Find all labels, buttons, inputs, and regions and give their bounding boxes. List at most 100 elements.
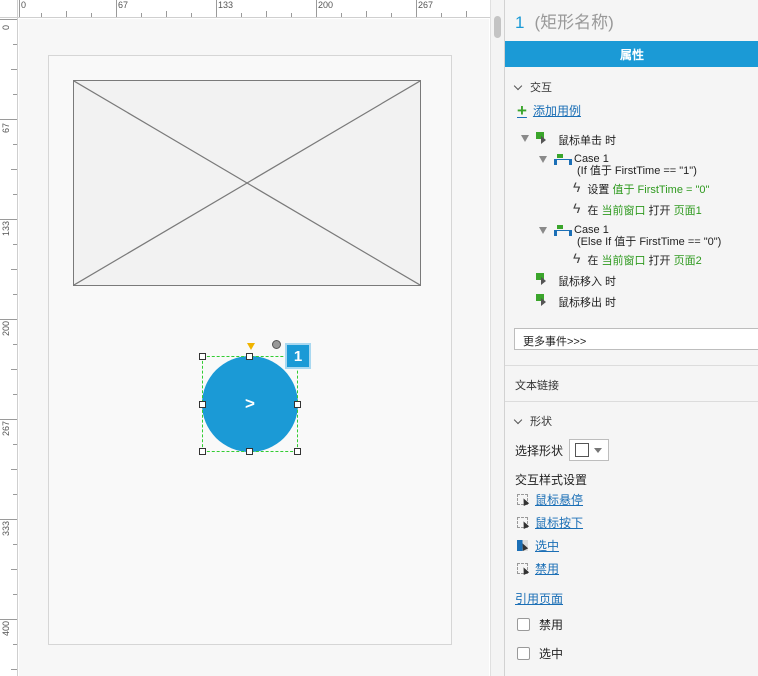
event-label: 鼠标单击 时 [558,135,617,147]
action-item[interactable]: ϟ 在 当前窗口 打开 页面1 [573,200,702,218]
add-case-label: 添加用例 [532,104,581,118]
text-link-label: 文本链接 [515,380,559,392]
shape-section-label: 形状 [530,416,552,428]
case-item[interactable]: Case 1 (Else If 值于 FirstTime == "0") [539,224,721,248]
ruler-label: 133 [218,0,234,10]
image-placeholder[interactable] [73,80,421,286]
action-target: 当前窗口 [601,255,646,267]
action-item[interactable]: ϟ 设置 值于 FirstTime = "0" [573,179,710,197]
checkbox-label: 选中 [539,647,564,661]
resize-handle-e[interactable] [294,401,301,408]
event-mouseenter[interactable]: 鼠标移入 时 [536,273,616,289]
add-case-link[interactable]: + 添加用例 [517,102,581,119]
action-page: 页面2 [673,255,702,267]
event-icon [536,294,549,306]
style-link-label: 鼠标悬停 [535,493,584,507]
ruler-label: 200 [318,0,334,10]
text-link-section[interactable]: 文本链接 [515,377,559,393]
ruler-label: 400 [1,620,11,636]
lightning-icon: ϟ [573,250,581,266]
tab-properties[interactable]: 属性 [505,41,758,67]
chevron-down-icon [513,415,523,424]
case-icon [554,154,572,165]
action-verb: 打开 [648,205,671,217]
resize-handle-sw[interactable] [199,448,206,455]
action-verb: 设置 [587,184,610,196]
event-icon [536,132,549,144]
action-verb: 在 [587,205,599,217]
ruler-label: 267 [1,420,11,436]
ruler-label: 267 [418,0,434,10]
checkbox-label: 禁用 [539,618,564,632]
placeholder-cross-icon [74,81,420,285]
lightning-icon: ϟ [573,200,581,216]
expand-triangle-icon[interactable] [539,227,547,234]
resize-handle-w[interactable] [199,401,206,408]
plus-icon: + [517,100,527,120]
select-shape-label: 选择形状 [515,443,564,458]
resize-handle-nw[interactable] [199,353,206,360]
shape-section-toggle[interactable]: 形状 [513,413,552,429]
style-selected-link[interactable]: 选中 [517,537,559,554]
disabled-cursor-icon [517,563,528,574]
style-hover-link[interactable]: 鼠标悬停 [517,491,583,508]
action-page: 页面1 [673,205,702,217]
event-onclick[interactable]: 鼠标单击 时 [521,132,616,148]
selected-checkbox-row[interactable]: 选中 [517,645,563,662]
event-icon [536,273,549,285]
selected-cursor-icon [517,540,528,551]
selection-outline [202,356,298,452]
scrollbar-thumb[interactable] [494,16,501,38]
interaction-section-label: 交互 [530,82,552,94]
chevron-down-icon [513,81,523,90]
action-detail: 值于 FirstTime = "0" [612,184,710,196]
style-mousedown-link[interactable]: 鼠标按下 [517,514,583,531]
shape-number: 1 [515,13,525,32]
reference-page-link[interactable]: 引用页面 [515,590,563,607]
rectangle-shape-icon [575,443,590,457]
selected-checkbox[interactable] [517,647,530,660]
resize-handle-se[interactable] [294,448,301,455]
case-condition: (If 值于 FirstTime == "1") [577,165,697,177]
case-condition: (Else If 值于 FirstTime == "0") [577,236,722,248]
case-icon [554,225,572,236]
style-link-label: 鼠标按下 [535,516,584,530]
resize-handle-s[interactable] [246,448,253,455]
style-link-label: 选中 [535,539,560,553]
panel-title: 1 (矩形名称) [515,8,614,33]
event-mouseleave[interactable]: 鼠标移出 时 [536,294,616,310]
case-item[interactable]: Case 1 (If 值于 FirstTime == "1") [539,153,697,177]
mousedown-cursor-icon [517,517,528,528]
interaction-style-label: 交互样式设置 [515,473,588,487]
canvas-scrollbar[interactable] [490,0,504,676]
disabled-checkbox-row[interactable]: 禁用 [517,616,563,633]
case-name: Case 1 [574,153,609,165]
corner-radius-handle[interactable] [247,343,255,350]
case-name: Case 1 [574,224,609,236]
lightning-icon: ϟ [573,179,581,195]
shape-name-input[interactable]: (矩形名称) [534,13,613,32]
interaction-section-toggle[interactable]: 交互 [513,79,552,95]
event-label: 鼠标移出 时 [558,297,617,309]
expand-triangle-icon[interactable] [521,135,529,142]
style-disabled-link[interactable]: 禁用 [517,560,559,577]
event-label: 鼠标移入 时 [558,276,617,288]
expand-triangle-icon[interactable] [539,156,547,163]
divider [505,401,758,402]
ruler-label: 333 [1,520,11,536]
vertical-ruler: 0 67 133 200 267 333 400 [0,0,18,676]
action-item[interactable]: ϟ 在 当前窗口 打开 页面2 [573,250,702,268]
ruler-label: 0 [21,0,27,10]
action-verb: 打开 [648,255,671,267]
ruler-corner [0,0,18,18]
more-events-dropdown[interactable]: 更多事件>>> [514,328,758,350]
ruler-label: 200 [1,320,11,336]
shape-picker-dropdown[interactable] [569,439,610,461]
properties-panel: 1 (矩形名称) 属性 交互 + 添加用例 鼠标单击 时 Case 1 (If 值… [504,0,758,676]
resize-handle-n[interactable] [246,353,253,360]
style-link-label: 禁用 [535,562,560,576]
disabled-checkbox[interactable] [517,618,530,631]
caret-down-icon [594,447,603,453]
interaction-badge[interactable]: 1 [285,343,311,369]
rotation-handle[interactable] [272,340,281,349]
